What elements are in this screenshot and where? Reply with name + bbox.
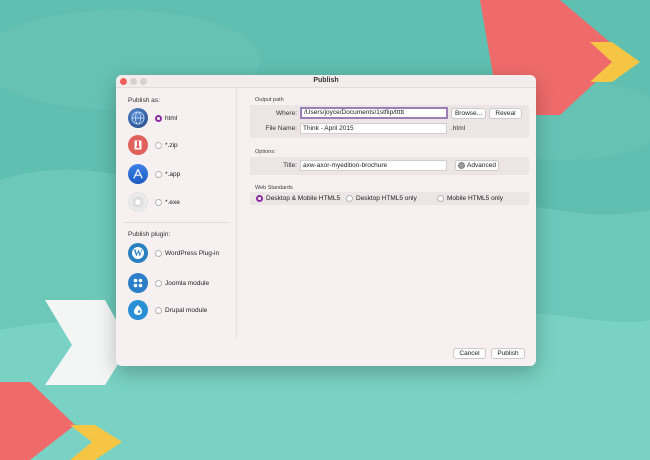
publish-plugin-option-drupal[interactable]: Drupal module (128, 299, 232, 321)
radio-app[interactable] (155, 170, 162, 178)
joomla-icon (128, 273, 148, 293)
cancel-button[interactable]: Cancel (453, 348, 486, 359)
radio-joomla[interactable] (155, 279, 162, 287)
divider (124, 222, 230, 223)
gear-icon (458, 162, 466, 169)
radio-wordpress[interactable] (155, 249, 162, 257)
file-name-label: File Name: (265, 125, 297, 132)
option-label: *.exe (165, 198, 180, 206)
publish-button[interactable]: Publish (491, 348, 525, 359)
publish-dialog: Publish Publish as: html *.zip *.app *.e… (116, 75, 536, 366)
publish-type-panel: Publish as: html *.zip *.app *.exe Publi… (116, 88, 237, 338)
option-label: html (165, 114, 178, 122)
radio-desktop-mobile[interactable] (256, 195, 263, 202)
publish-as-option-html[interactable]: html (128, 107, 232, 129)
app-store-icon (128, 164, 148, 184)
window-title: Publish (313, 77, 339, 84)
output-path-group: Where: /Users/joyce/Documents/1stflip/tt… (250, 105, 529, 138)
drupal-icon (128, 300, 148, 320)
publish-as-option-zip[interactable]: *.zip (128, 134, 232, 156)
where-label: Where: (276, 110, 297, 117)
web-standards-heading: Web Standards (255, 185, 293, 191)
publish-as-option-exe[interactable]: *.exe (128, 191, 232, 213)
option-label: Desktop HTML5 only (356, 195, 417, 202)
title-field[interactable]: axw-axor-myedition-brochure (300, 160, 447, 171)
output-path-field[interactable]: /Users/joyce/Documents/1stflip/ttttt (300, 107, 448, 119)
title-label: Title: (283, 162, 297, 169)
radio-drupal[interactable] (155, 306, 162, 314)
option-label: Desktop & Mobile HTML5 (266, 195, 341, 202)
svg-text:W: W (134, 248, 143, 258)
web-standard-option-desktop[interactable]: Desktop HTML5 only (346, 195, 417, 202)
option-label: *.app (165, 170, 181, 178)
radio-zip[interactable] (155, 141, 162, 149)
publish-as-option-app[interactable]: *.app (128, 163, 232, 185)
web-standards-group: Desktop & Mobile HTML5 Desktop HTML5 onl… (250, 192, 529, 205)
cd-disc-icon (128, 192, 148, 212)
advanced-label: Advanced (467, 162, 496, 169)
publish-as-heading: Publish as: (128, 97, 160, 104)
zip-archive-icon (128, 135, 148, 155)
options-heading: Options: (255, 149, 276, 155)
publish-plugin-heading: Publish plugin: (128, 231, 171, 238)
web-standard-option-mobile[interactable]: Mobile HTML5 only (437, 195, 503, 202)
option-label: Drupal module (165, 306, 208, 314)
file-extension: .html (451, 125, 466, 132)
options-group: Title: axw-axor-myedition-brochure Advan… (250, 157, 529, 175)
radio-mobile[interactable] (437, 195, 444, 202)
radio-html[interactable] (155, 114, 162, 122)
web-standard-option-desktop-mobile[interactable]: Desktop & Mobile HTML5 (256, 195, 340, 202)
publish-plugin-option-wordpress[interactable]: W WordPress Plug-in (128, 242, 232, 264)
title-bar: Publish (116, 75, 536, 88)
option-label: Joomla module (165, 279, 210, 287)
wordpress-icon: W (128, 243, 148, 263)
output-path-heading: Output path (255, 97, 284, 103)
option-label: *.zip (165, 141, 178, 149)
radio-desktop[interactable] (346, 195, 353, 202)
reveal-button[interactable]: Reveal (489, 108, 522, 119)
browse-button[interactable]: Browse... (451, 108, 486, 119)
file-name-field[interactable]: Think - April 2015 (300, 123, 447, 134)
globe-icon (128, 108, 148, 128)
publish-plugin-option-joomla[interactable]: Joomla module (128, 272, 232, 294)
advanced-button[interactable]: Advanced (455, 160, 499, 171)
radio-exe[interactable] (155, 198, 162, 206)
option-label: WordPress Plug-in (165, 249, 220, 257)
option-label: Mobile HTML5 only (447, 195, 503, 202)
